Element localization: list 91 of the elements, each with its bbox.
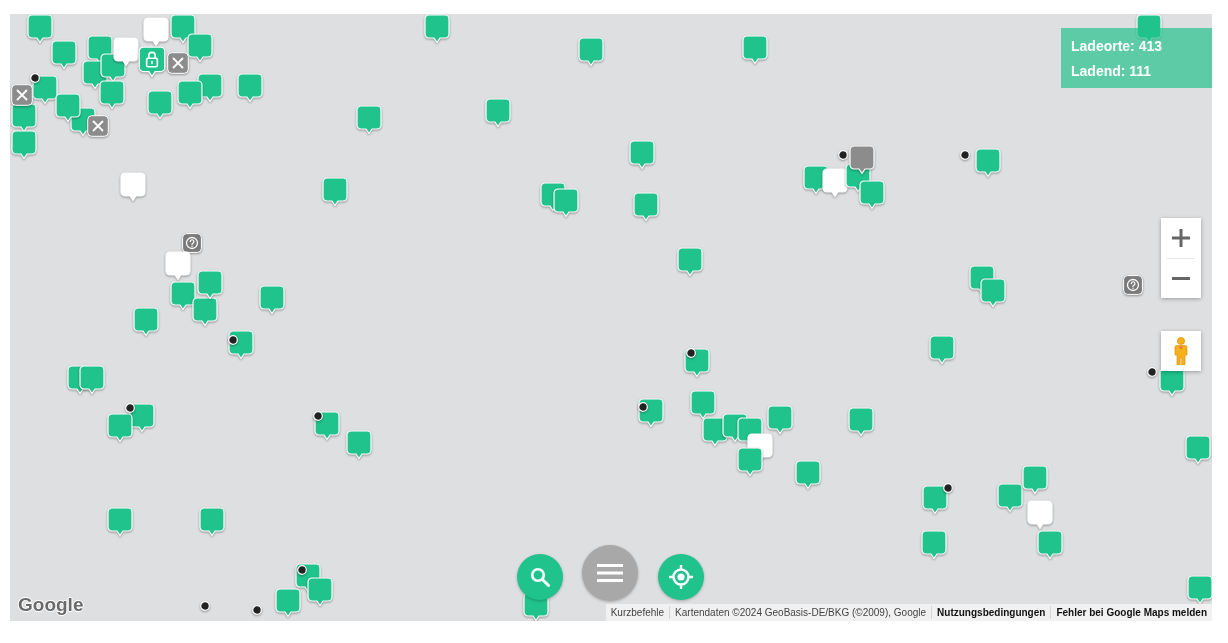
- map-placeholder[interactable]: Ladeorte: 413 Ladend: 111 Google Kurzbefehle Kartendaten ©2024 GeoBasis-DE/BKG (©2009), Google Nutzungsbedingungen Fehler bei Google Maps melden: [10, 14, 1212, 621]
- dot-icon[interactable]: [686, 348, 696, 358]
- dot-icon[interactable]: [960, 150, 970, 160]
- menu-button[interactable]: [582, 545, 638, 601]
- marker-icon[interactable]: [107, 413, 133, 443]
- marker-icon[interactable]: [79, 365, 105, 395]
- dot-icon[interactable]: [200, 601, 210, 611]
- dot-icon[interactable]: [838, 150, 848, 160]
- person-icon: [1174, 337, 1188, 365]
- marker-icon[interactable]: [975, 148, 1001, 178]
- dot-icon[interactable]: [638, 402, 648, 412]
- google-logo: Google: [18, 594, 84, 616]
- info-text: Ladeorte: 413: [1071, 37, 1164, 54]
- marker-icon[interactable]: [1022, 465, 1048, 495]
- x-marker-icon[interactable]: [167, 52, 189, 74]
- marker-icon[interactable]: [197, 270, 223, 300]
- marker-icon[interactable]: [997, 483, 1023, 513]
- search-icon: [530, 567, 550, 587]
- question-marker-icon[interactable]: [182, 233, 202, 253]
- zoom-in-button[interactable]: [1161, 218, 1201, 258]
- dot-icon[interactable]: [228, 335, 238, 345]
- info-text: Ladend: 111: [1071, 62, 1153, 79]
- marker-icon[interactable]: [107, 507, 133, 537]
- marker-icon[interactable]: [51, 40, 77, 70]
- marker-icon[interactable]: [424, 14, 450, 44]
- marker-icon[interactable]: [629, 140, 655, 170]
- crosshair-icon: [669, 565, 693, 589]
- dot-icon[interactable]: [297, 565, 307, 575]
- marker-icon[interactable]: [346, 430, 372, 460]
- marker-icon[interactable]: [143, 17, 169, 47]
- marker-icon[interactable]: [55, 93, 81, 123]
- marker-icon[interactable]: [690, 390, 716, 420]
- lock-marker-icon[interactable]: [138, 46, 166, 78]
- marker-icon[interactable]: [485, 98, 511, 128]
- marker-icon[interactable]: [1037, 530, 1063, 560]
- marker-icon[interactable]: [237, 73, 263, 103]
- dot-icon[interactable]: [125, 403, 135, 413]
- marker-icon[interactable]: [822, 168, 848, 198]
- marker-icon[interactable]: [859, 180, 885, 210]
- marker-icon[interactable]: [921, 530, 947, 560]
- plus-icon: [1172, 229, 1190, 247]
- marker-icon[interactable]: [199, 507, 225, 537]
- marker-icon[interactable]: [1027, 500, 1053, 530]
- marker-icon[interactable]: [147, 90, 173, 120]
- marker-icon[interactable]: [795, 460, 821, 490]
- marker-icon[interactable]: [165, 251, 191, 281]
- marker-icon[interactable]: [848, 407, 874, 437]
- marker-icon[interactable]: [677, 247, 703, 277]
- dot-icon[interactable]: [252, 605, 262, 615]
- attribution-text: Kartendaten ©2024 GeoBasis-DE/BKG (©2009), Google: [674, 606, 928, 620]
- marker-icon[interactable]: [737, 447, 763, 477]
- marker-icon[interactable]: [192, 297, 218, 327]
- locate-button[interactable]: [658, 554, 704, 600]
- marker-icon[interactable]: [99, 80, 125, 110]
- marker-icon[interactable]: [980, 278, 1006, 308]
- marker-icon[interactable]: [170, 281, 196, 311]
- dot-icon[interactable]: [313, 411, 323, 421]
- marker-icon[interactable]: [187, 33, 213, 63]
- marker-icon[interactable]: [356, 105, 382, 135]
- marker-icon[interactable]: [120, 172, 146, 202]
- marker-icon[interactable]: [929, 335, 955, 365]
- marker-icon[interactable]: [113, 37, 139, 67]
- marker-icon[interactable]: [133, 307, 159, 337]
- marker-icon[interactable]: [259, 285, 285, 315]
- menu-icon: [597, 564, 623, 582]
- attribution-link[interactable]: Kurzbefehle: [605, 604, 670, 621]
- zoom-out-button[interactable]: [1161, 259, 1201, 298]
- x-marker-icon[interactable]: [11, 84, 33, 106]
- dot-icon[interactable]: [1147, 367, 1157, 377]
- marker-icon[interactable]: [1187, 575, 1212, 605]
- marker-icon[interactable]: [275, 588, 301, 618]
- marker-icon[interactable]: [307, 577, 333, 607]
- marker-icon[interactable]: [578, 37, 604, 67]
- dot-icon[interactable]: [943, 483, 953, 493]
- marker-icon[interactable]: [553, 188, 579, 218]
- dot-icon[interactable]: [30, 73, 40, 83]
- question-marker-icon[interactable]: [1123, 275, 1143, 295]
- attribution-link[interactable]: Nutzungsbedingungen: [932, 604, 1051, 621]
- marker-icon[interactable]: [633, 192, 659, 222]
- marker-icon[interactable]: [177, 80, 203, 110]
- marker-icon[interactable]: [1185, 435, 1211, 465]
- marker-icon[interactable]: [11, 130, 37, 160]
- attribution-link[interactable]: Fehler bei Google Maps melden: [1051, 604, 1212, 621]
- marker-icon[interactable]: [922, 485, 948, 515]
- marker-icon[interactable]: [322, 177, 348, 207]
- marker-icon[interactable]: [767, 405, 793, 435]
- minus-icon: [1172, 277, 1190, 280]
- marker-icon[interactable]: [27, 14, 53, 44]
- marker-icon[interactable]: [742, 35, 768, 65]
- x-marker-icon[interactable]: [87, 115, 109, 137]
- search-button[interactable]: [517, 554, 563, 600]
